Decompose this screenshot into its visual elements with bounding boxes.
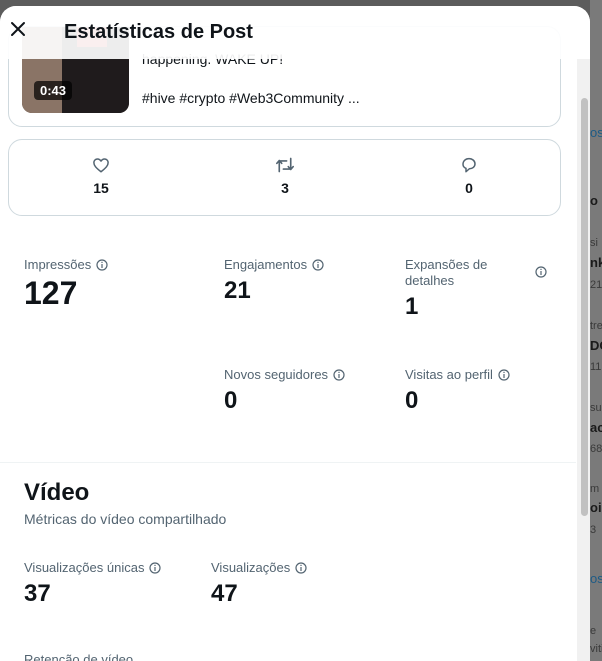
video-duration-badge: 0:43	[34, 81, 73, 100]
new-followers-label: Novos seguidores	[224, 367, 329, 382]
info-icon[interactable]	[295, 562, 307, 574]
heart-icon	[93, 158, 109, 173]
background-right-column: os o si nk 21 tre DO 11 su ac 68 m ois 3…	[590, 0, 602, 661]
unique-views-label-row: Visualizações únicas	[24, 560, 204, 576]
scrollbar-thumb[interactable]	[581, 98, 588, 516]
impressions-metric: Impressões 127	[24, 257, 194, 312]
likes-stat: 15	[71, 156, 131, 196]
close-icon	[11, 22, 25, 36]
info-icon[interactable]	[312, 259, 324, 271]
info-icon[interactable]	[535, 266, 547, 278]
impressions-label-row: Impressões	[24, 257, 194, 273]
detail-expands-label: Expansões de detalhes	[405, 257, 488, 288]
replies-count: 0	[465, 180, 473, 196]
profile-visits-metric: Visitas ao perfil 0	[405, 367, 555, 415]
views-label: Visualizações	[211, 560, 291, 575]
engagements-metric: Engajamentos 21	[224, 257, 394, 305]
info-icon[interactable]	[149, 562, 162, 574]
bg-fragment: os	[590, 125, 602, 140]
info-icon[interactable]	[333, 369, 345, 381]
info-icon[interactable]	[96, 259, 108, 271]
reply-icon	[462, 157, 476, 173]
engagement-summary: 15 3 0	[8, 139, 561, 216]
detail-expands-label-row: Expansões de detalhes	[405, 257, 547, 289]
likes-count: 15	[93, 180, 109, 196]
bg-fragment: o	[590, 193, 598, 208]
engagements-value: 21	[224, 277, 251, 304]
bg-fragment: tre	[590, 320, 602, 332]
repost-icon	[276, 157, 294, 173]
bg-fragment: e	[590, 625, 597, 637]
new-followers-metric: Novos seguidores 0	[224, 367, 394, 415]
bg-fragment: su	[590, 402, 602, 414]
replies-stat: 0	[439, 156, 499, 196]
video-retention-label: Retenção de vídeo	[24, 652, 134, 661]
impressions-label: Impressões	[24, 257, 92, 272]
post-hashtags: #hive #crypto #Web3Community ...	[142, 90, 360, 106]
new-followers-label-row: Novos seguidores	[224, 367, 394, 383]
bg-fragment: os	[590, 571, 602, 586]
bg-fragment: 3	[590, 524, 597, 536]
reposts-stat: 3	[255, 156, 315, 196]
detail-expands-value: 1	[405, 293, 419, 320]
bg-fragment: ac	[590, 420, 602, 435]
engagements-label: Engajamentos	[224, 257, 308, 272]
modal-title: Estatísticas de Post	[64, 21, 253, 43]
close-button[interactable]	[4, 15, 32, 43]
section-divider	[0, 462, 576, 463]
bg-fragment: 11	[590, 361, 602, 373]
detail-expands-metric: Expansões de detalhes 1	[405, 257, 547, 321]
bg-fragment: nk	[590, 255, 602, 270]
bg-fragment: 21	[590, 279, 602, 291]
reposts-count: 3	[281, 180, 289, 196]
new-followers-value: 0	[224, 387, 238, 414]
video-section-title: Vídeo	[24, 479, 90, 506]
video-section-subtitle: Métricas do vídeo compartilhado	[24, 511, 227, 527]
bg-fragment: si	[590, 237, 598, 249]
bg-fragment: m	[590, 483, 600, 495]
bg-fragment: viti	[590, 643, 602, 655]
unique-views-label: Visualizações únicas	[24, 560, 145, 575]
views-metric: Visualizações 47	[211, 560, 371, 608]
profile-visits-value: 0	[405, 387, 419, 414]
unique-views-value: 37	[24, 580, 51, 607]
views-value: 47	[211, 580, 238, 607]
impressions-value: 127	[24, 275, 78, 311]
bg-fragment: 68	[590, 443, 602, 455]
modal-header: Estatísticas de Post	[0, 6, 590, 59]
bg-fragment: ois	[590, 500, 602, 515]
info-icon[interactable]	[498, 369, 510, 381]
views-label-row: Visualizações	[211, 560, 371, 576]
post-analytics-modal: 0:43 happening. WAKE UP! #hive #crypto #…	[0, 6, 590, 661]
profile-visits-label: Visitas ao perfil	[405, 367, 493, 382]
engagements-label-row: Engajamentos	[224, 257, 394, 273]
bg-fragment: DO	[590, 338, 602, 353]
unique-views-metric: Visualizações únicas 37	[24, 560, 204, 608]
profile-visits-label-row: Visitas ao perfil	[405, 367, 555, 383]
